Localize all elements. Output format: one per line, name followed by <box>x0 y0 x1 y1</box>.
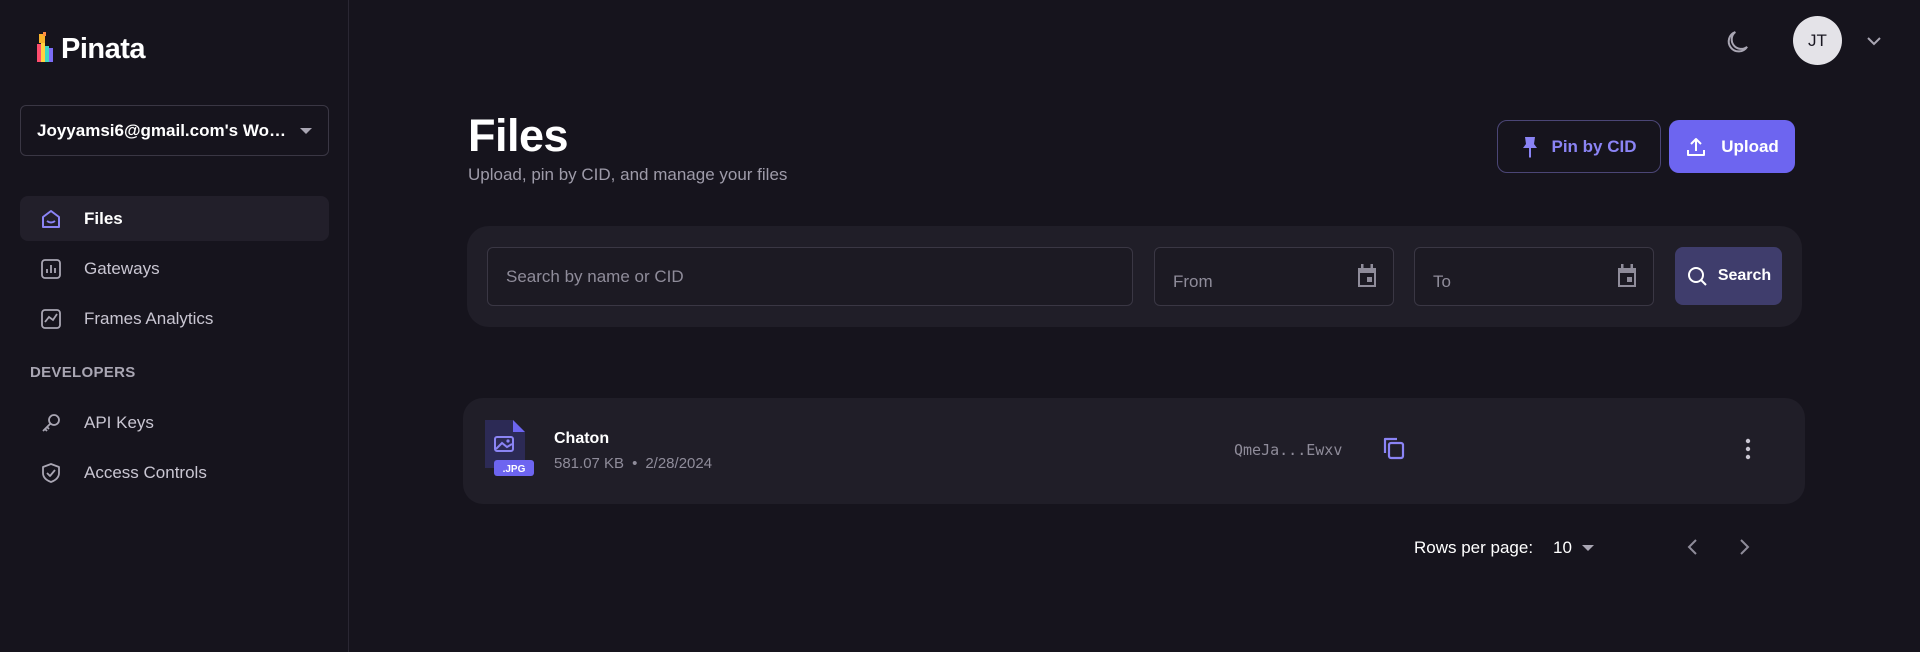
bar-chart-icon <box>40 258 62 280</box>
calendar-icon[interactable] <box>1615 263 1639 289</box>
to-date-label: To <box>1433 271 1451 291</box>
sidebar-item-label: API Keys <box>84 412 154 432</box>
sidebar-item-label: Access Controls <box>84 462 207 482</box>
calendar-icon[interactable] <box>1355 263 1379 289</box>
from-date-label: From <box>1173 271 1213 291</box>
previous-page-icon[interactable] <box>1682 535 1704 559</box>
file-meta: 581.07 KB • 2/28/2024 <box>554 455 712 472</box>
search-button-label: Search <box>1717 267 1772 284</box>
file-extension-label: .JPG <box>503 464 526 475</box>
image-file-icon: .JPG <box>485 420 534 476</box>
page-subtitle: Upload, pin by CID, and manage your file… <box>468 165 788 184</box>
sidebar-item-gateways[interactable]: Gateways <box>20 246 329 291</box>
search-button[interactable]: Search <box>1675 247 1782 305</box>
avatar-initials: JT <box>1808 30 1827 50</box>
more-options-icon[interactable] <box>1738 436 1758 462</box>
chevron-down-icon <box>300 127 312 134</box>
search-input[interactable]: Search by name or CID <box>487 247 1133 306</box>
sidebar: Pinata Joyyamsi6@gmail.com's Wor... File… <box>0 0 349 652</box>
workspace-label: Joyyamsi6@gmail.com's Wor... <box>37 120 287 140</box>
rows-per-page-value: 10 <box>1553 538 1572 557</box>
page-title: Files <box>468 110 569 161</box>
shield-check-icon <box>40 462 62 484</box>
upload-button[interactable]: Upload <box>1669 120 1795 173</box>
key-icon <box>40 412 62 434</box>
file-size: 581.07 KB <box>554 455 625 472</box>
rows-per-page-label: Rows per page: <box>1414 538 1534 557</box>
from-date-field[interactable]: From <box>1154 247 1394 306</box>
sidebar-item-label: Files <box>84 208 123 228</box>
to-date-field[interactable]: To <box>1414 247 1654 306</box>
pin-icon <box>1523 136 1538 158</box>
file-row[interactable]: .JPG Chaton 581.07 KB • 2/28/2024 QmeJa...… <box>463 398 1805 504</box>
search-placeholder: Search by name or CID <box>506 266 684 286</box>
sidebar-item-label: Frames Analytics <box>84 308 214 328</box>
pinata-logo-icon <box>37 32 53 62</box>
workspace-selector[interactable]: Joyyamsi6@gmail.com's Wor... <box>20 105 329 156</box>
sidebar-item-frames-analytics[interactable]: Frames Analytics <box>20 296 329 341</box>
copy-icon[interactable] <box>1380 434 1408 462</box>
sidebar-item-files[interactable]: Files <box>20 196 329 241</box>
brand-name: Pinata <box>61 32 146 65</box>
pin-by-cid-button[interactable]: Pin by CID <box>1497 120 1661 173</box>
moon-icon[interactable] <box>1725 27 1755 57</box>
sidebar-item-access-controls[interactable]: Access Controls <box>20 450 329 495</box>
file-date: 2/28/2024 <box>645 455 713 472</box>
rows-per-page-select[interactable]: 10 <box>1553 538 1594 558</box>
upload-label: Upload <box>1721 136 1779 156</box>
upload-icon <box>1687 137 1706 156</box>
separator-dot: • <box>632 455 638 472</box>
search-panel: Search by name or CID From To Search <box>467 226 1802 327</box>
chevron-down-icon[interactable] <box>1864 33 1884 49</box>
developers-section-title: DEVELOPERS <box>30 364 136 381</box>
home-icon <box>40 208 62 230</box>
pin-by-cid-label: Pin by CID <box>1551 136 1637 156</box>
file-name[interactable]: Chaton <box>554 430 609 448</box>
avatar[interactable]: JT <box>1793 16 1842 65</box>
search-icon <box>1687 267 1707 286</box>
next-page-icon[interactable] <box>1733 535 1755 559</box>
sidebar-item-api-keys[interactable]: API Keys <box>20 400 329 445</box>
sidebar-item-label: Gateways <box>84 258 160 278</box>
file-cid: QmeJa...Ewxv <box>1234 441 1343 459</box>
chevron-down-icon <box>1581 545 1594 551</box>
analytics-icon <box>40 308 62 330</box>
pinata-logo[interactable]: Pinata <box>33 32 146 66</box>
